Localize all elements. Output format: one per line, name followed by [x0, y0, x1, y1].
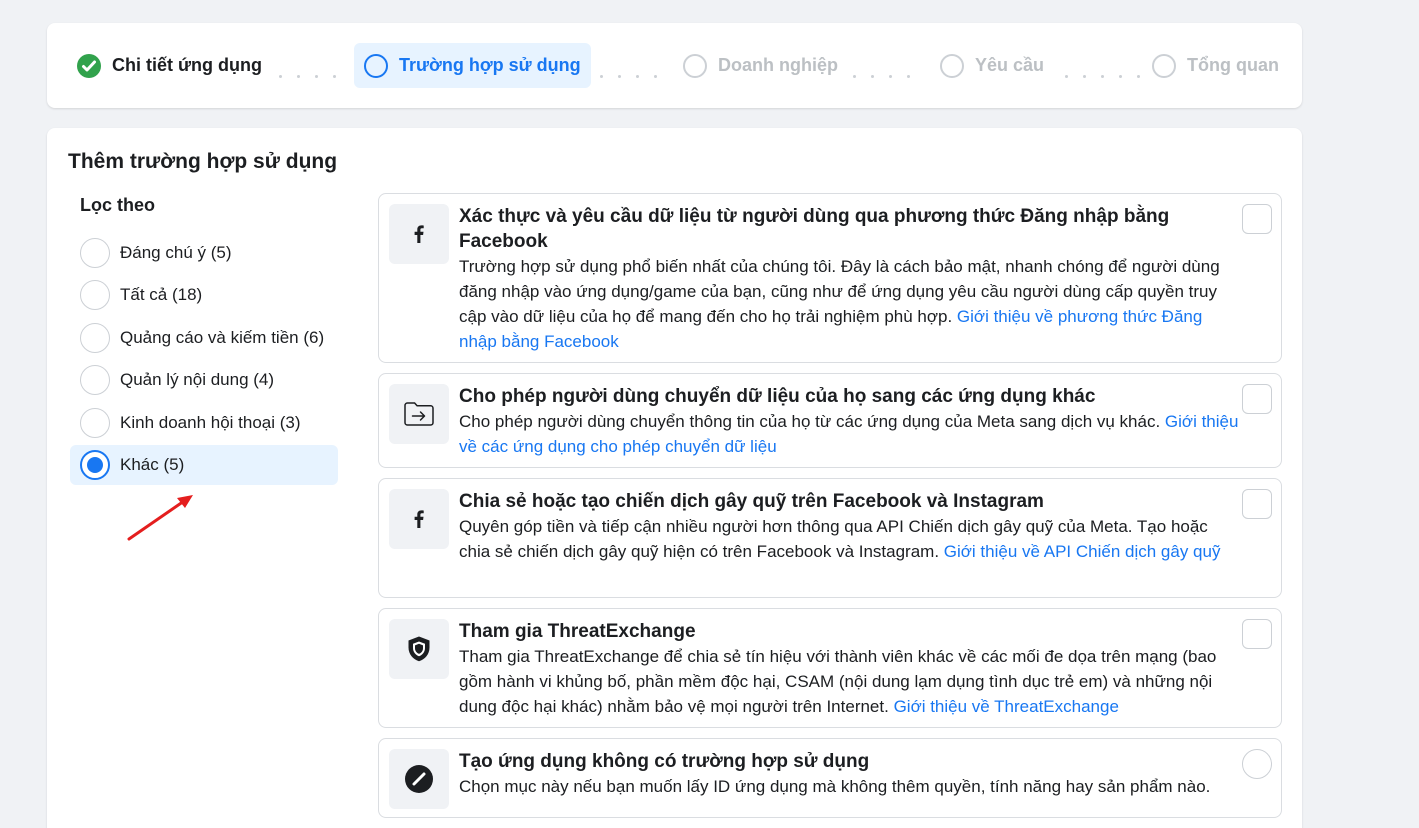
filter-heading: Lọc theo: [80, 195, 155, 215]
step-business[interactable]: Doanh nghiệp: [673, 43, 848, 88]
folder-transfer-icon: [389, 384, 449, 444]
radio-button[interactable]: [80, 365, 110, 395]
use-case-text: Tạo ứng dụng không có trường hợp sử dụng…: [459, 749, 1239, 799]
use-case-checkbox[interactable]: [1242, 384, 1272, 414]
radio-button[interactable]: [80, 408, 110, 438]
use-case-text: Chia sẻ hoặc tạo chiến dịch gây quỹ trên…: [459, 489, 1239, 564]
use-case-text: Xác thực và yêu cầu dữ liệu từ người dùn…: [459, 204, 1239, 354]
filter-option-other[interactable]: Khác (5): [70, 445, 338, 485]
use-case-checkbox[interactable]: [1242, 619, 1272, 649]
use-case-description: Chọn mục này nếu bạn muốn lấy ID ứng dụn…: [459, 777, 1211, 796]
step-requirements[interactable]: Yêu cầu: [930, 43, 1054, 88]
use-case-radio[interactable]: [1242, 749, 1272, 779]
filter-option-messaging[interactable]: Kinh doanh hội thoại (3): [70, 403, 338, 443]
radio-button[interactable]: [80, 323, 110, 353]
use-case-description: Trường hợp sử dụng phổ biến nhất của chú…: [459, 257, 1220, 351]
step-overview[interactable]: Tổng quan: [1142, 43, 1289, 88]
filter-option-all[interactable]: Tất cả (18): [70, 275, 338, 315]
radio-button[interactable]: [80, 280, 110, 310]
check-circle-icon: [77, 53, 101, 78]
use-case-card[interactable]: Cho phép người dùng chuyển dữ liệu của h…: [378, 373, 1282, 468]
filter-option-label: Khác (5): [120, 455, 185, 474]
filter-option-label: Đáng chú ý (5): [120, 243, 232, 262]
step-label: Trường hợp sử dụng: [399, 55, 581, 75]
annotation-arrow-icon: [127, 495, 193, 541]
filter-option-featured[interactable]: Đáng chú ý (5): [70, 233, 338, 273]
radio-button[interactable]: [80, 450, 110, 480]
use-case-card[interactable]: Tham gia ThreatExchange Tham gia ThreatE…: [378, 608, 1282, 728]
use-case-title: Cho phép người dùng chuyển dữ liệu của h…: [459, 386, 1096, 407]
filter-option-content[interactable]: Quản lý nội dung (4): [70, 360, 338, 400]
step-label: Doanh nghiệp: [718, 55, 838, 75]
use-case-card[interactable]: Tạo ứng dụng không có trường hợp sử dụng…: [378, 738, 1282, 818]
use-case-checkbox[interactable]: [1242, 489, 1272, 519]
step-label: Yêu cầu: [975, 55, 1045, 75]
step-app-details[interactable]: Chi tiết ứng dụng: [67, 43, 272, 88]
use-case-card[interactable]: Chia sẻ hoặc tạo chiến dịch gây quỹ trên…: [378, 478, 1282, 598]
filter-option-label: Kinh doanh hội thoại (3): [120, 413, 301, 432]
use-case-description: Tham gia ThreatExchange để chia sẻ tín h…: [459, 647, 1217, 716]
radio-button[interactable]: [80, 238, 110, 268]
use-case-title: Chia sẻ hoặc tạo chiến dịch gây quỹ trên…: [459, 491, 1044, 512]
step-label: Chi tiết ứng dụng: [112, 55, 263, 75]
learn-more-link[interactable]: Giới thiệu về API Chiến dịch gây quỹ: [944, 542, 1221, 561]
use-case-panel: Thêm trường hợp sử dụng Lọc theo Đáng ch…: [47, 128, 1302, 828]
block-icon: [389, 749, 449, 809]
filter-option-label: Tất cả (18): [120, 285, 203, 304]
use-case-text: Cho phép người dùng chuyển dữ liệu của h…: [459, 384, 1239, 459]
step-label: Tổng quan: [1187, 55, 1279, 75]
setup-stepper: Chi tiết ứng dụng Trường hợp sử dụng Doa…: [47, 23, 1302, 108]
use-case-description: Quyên góp tiền và tiếp cận nhiều người h…: [459, 517, 1221, 561]
use-case-checkbox[interactable]: [1242, 204, 1272, 234]
filter-option-label: Quảng cáo và kiếm tiền (6): [120, 328, 325, 347]
use-case-title: Xác thực và yêu cầu dữ liệu từ người dùn…: [459, 206, 1170, 252]
use-case-card[interactable]: Xác thực và yêu cầu dữ liệu từ người dùn…: [378, 193, 1282, 363]
use-case-title: Tham gia ThreatExchange: [459, 621, 696, 642]
step-circle-icon: [683, 53, 707, 78]
step-connector: [279, 65, 351, 78]
use-case-description: Cho phép người dùng chuyển thông tin của…: [459, 412, 1239, 456]
use-case-title: Tạo ứng dụng không có trường hợp sử dụng: [459, 751, 870, 772]
page-title: Thêm trường hợp sử dụng: [68, 150, 338, 173]
step-circle-icon: [364, 53, 388, 78]
shield-icon: [389, 619, 449, 679]
filter-option-ads[interactable]: Quảng cáo và kiếm tiền (6): [70, 318, 338, 358]
step-circle-icon: [1152, 53, 1176, 78]
filter-option-label: Quản lý nội dung (4): [120, 370, 275, 389]
learn-more-link[interactable]: Giới thiệu về ThreatExchange: [894, 697, 1119, 716]
step-connector: [600, 65, 672, 78]
step-use-cases[interactable]: Trường hợp sử dụng: [354, 43, 591, 88]
step-circle-icon: [940, 53, 964, 78]
step-connector: [853, 65, 925, 78]
facebook-icon: [389, 489, 449, 549]
use-case-text: Tham gia ThreatExchange Tham gia ThreatE…: [459, 619, 1239, 719]
facebook-icon: [389, 204, 449, 264]
